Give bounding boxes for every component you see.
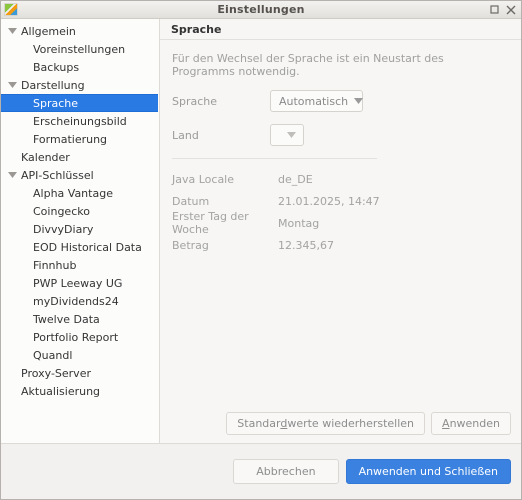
sidebar-item-backups[interactable]: Backups — [1, 58, 159, 76]
sprache-dropdown[interactable]: Automatisch — [270, 90, 364, 112]
sidebar-item-label: PWP Leeway UG — [33, 276, 123, 290]
sidebar-item-kalender[interactable]: Kalender — [1, 148, 159, 166]
sidebar-item-eod-historical-data[interactable]: EOD Historical Data — [1, 238, 159, 256]
locale-info-list: Java Locale de_DE Datum 21.01.2025, 14:47 Er… — [172, 168, 509, 256]
field-row-sprache: Sprache Automatisch — [172, 90, 509, 112]
page-title: Sprache — [160, 19, 521, 40]
chevron-down-icon[interactable] — [5, 82, 20, 88]
sidebar-item-divvydiary[interactable]: DivvyDiary — [1, 220, 159, 238]
panel-action-buttons: Standardwerte wiederherstellen Anwenden — [226, 412, 511, 435]
sidebar-item-label: Allgemein — [21, 24, 76, 38]
info-label: Datum — [172, 194, 210, 208]
content-panel: Sprache Für den Wechsel der Sprache ist … — [160, 19, 521, 444]
apply-button[interactable]: Anwenden — [431, 412, 511, 435]
sidebar-item-label: Darstellung — [21, 78, 85, 92]
apply-and-close-button[interactable]: Anwenden und Schließen — [345, 459, 511, 484]
sidebar-item-label: DivvyDiary — [33, 222, 94, 236]
sprache-dropdown-value: Automatisch — [279, 94, 349, 108]
field-row-land: Land — [172, 124, 509, 146]
info-row: Erster Tag der Woche Montag — [172, 210, 509, 236]
app-icon — [4, 3, 18, 16]
sidebar-item-quandl[interactable]: Quandl — [1, 346, 159, 364]
sidebar-item-formatierung[interactable]: Formatierung — [1, 130, 159, 148]
sidebar-item-coingecko[interactable]: Coingecko — [1, 202, 159, 220]
label-sprache: Sprache — [172, 94, 218, 108]
info-value: de_DE — [278, 172, 313, 186]
info-label: Erster Tag der Woche — [172, 210, 249, 236]
window-title: Einstellungen — [217, 3, 305, 16]
chevron-down-icon — [354, 98, 364, 104]
sidebar-item-pwp-leeway-ug[interactable]: PWP Leeway UG — [1, 274, 159, 292]
sidebar-item-portfolio-report[interactable]: Portfolio Report — [1, 328, 159, 346]
sidebar-item-label: Twelve Data — [33, 312, 100, 326]
sidebar-item-label: Voreinstellungen — [33, 42, 126, 56]
apply-label: Anwenden — [442, 417, 500, 430]
land-dropdown[interactable] — [270, 124, 304, 146]
apply-and-close-label: Anwenden und Schließen — [358, 465, 498, 478]
sidebar-item-label: Proxy-Server — [21, 366, 91, 380]
sidebar-item-label: Erscheinungsbild — [33, 114, 127, 128]
title-bar: Einstellungen — [1, 1, 521, 19]
label-land: Land — [172, 128, 199, 142]
sidebar-item-label: Sprache — [33, 96, 79, 110]
info-value: Montag — [278, 216, 320, 230]
sidebar-item-allgemein[interactable]: Allgemein — [1, 22, 159, 40]
section-divider — [172, 158, 377, 159]
sidebar-item-label: Finnhub — [33, 258, 77, 272]
content-inner: Für den Wechsel der Sprache ist ein Neus… — [160, 40, 521, 443]
sidebar-item-aktualisierung[interactable]: Aktualisierung — [1, 382, 159, 400]
info-row: Datum 21.01.2025, 14:47 — [172, 190, 509, 212]
sidebar-item-label: Backups — [33, 60, 80, 74]
close-icon[interactable] — [505, 4, 516, 15]
maximize-icon[interactable] — [489, 4, 500, 15]
sidebar-item-api-schlüssel[interactable]: API-Schlüssel — [1, 166, 159, 184]
restart-hint: Für den Wechsel der Sprache ist ein Neus… — [172, 52, 444, 78]
chevron-down-icon[interactable] — [5, 28, 20, 34]
sidebar-item-proxy-server[interactable]: Proxy-Server — [1, 364, 159, 382]
chevron-down-icon — [287, 132, 296, 138]
restore-defaults-button[interactable]: Standardwerte wiederherstellen — [226, 412, 426, 435]
sidebar-item-label: Coingecko — [33, 204, 90, 218]
settings-window: Einstellungen Allgemein Voreinstellungen B… — [0, 0, 522, 500]
sidebar-item-mydividends24[interactable]: myDividends24 — [1, 292, 159, 310]
info-row: Java Locale de_DE — [172, 168, 509, 190]
sidebar-item-voreinstellungen[interactable]: Voreinstellungen — [1, 40, 159, 58]
info-value: 21.01.2025, 14:47 — [278, 194, 380, 208]
dialog-body: Allgemein Voreinstellungen Backups Darstell… — [1, 19, 521, 444]
sidebar-item-sprache[interactable]: Sprache — [1, 94, 158, 112]
sidebar-item-label: Formatierung — [33, 132, 108, 146]
cancel-button[interactable]: Abbrechen — [233, 459, 339, 484]
settings-tree[interactable]: Allgemein Voreinstellungen Backups Darstell… — [1, 19, 160, 444]
sidebar-item-label: Aktualisierung — [21, 384, 101, 398]
sidebar-item-label: Kalender — [21, 150, 70, 164]
restore-defaults-label: Standardwerte wiederherstellen — [237, 417, 415, 430]
chevron-down-icon[interactable] — [5, 172, 20, 178]
sidebar-item-label: EOD Historical Data — [33, 240, 142, 254]
sidebar-item-label: Quandl — [33, 348, 73, 362]
info-row: Betrag 12.345,67 — [172, 234, 509, 256]
window-controls — [489, 4, 519, 15]
sidebar-item-label: myDividends24 — [33, 294, 119, 308]
sidebar-item-finnhub[interactable]: Finnhub — [1, 256, 159, 274]
sidebar-item-label: API-Schlüssel — [21, 168, 94, 182]
sidebar-item-darstellung[interactable]: Darstellung — [1, 76, 159, 94]
info-value: 12.345,67 — [278, 238, 334, 252]
info-label: Java Locale — [172, 172, 235, 186]
info-label: Betrag — [172, 238, 209, 252]
sidebar-item-alpha-vantage[interactable]: Alpha Vantage — [1, 184, 159, 202]
sidebar-item-label: Alpha Vantage — [33, 186, 113, 200]
sidebar-item-erscheinungsbild[interactable]: Erscheinungsbild — [1, 112, 159, 130]
sidebar-item-twelve-data[interactable]: Twelve Data — [1, 310, 159, 328]
dialog-footer: Abbrechen Anwenden und Schließen — [1, 444, 521, 499]
sidebar-item-label: Portfolio Report — [33, 330, 119, 344]
cancel-label: Abbrechen — [256, 465, 316, 478]
